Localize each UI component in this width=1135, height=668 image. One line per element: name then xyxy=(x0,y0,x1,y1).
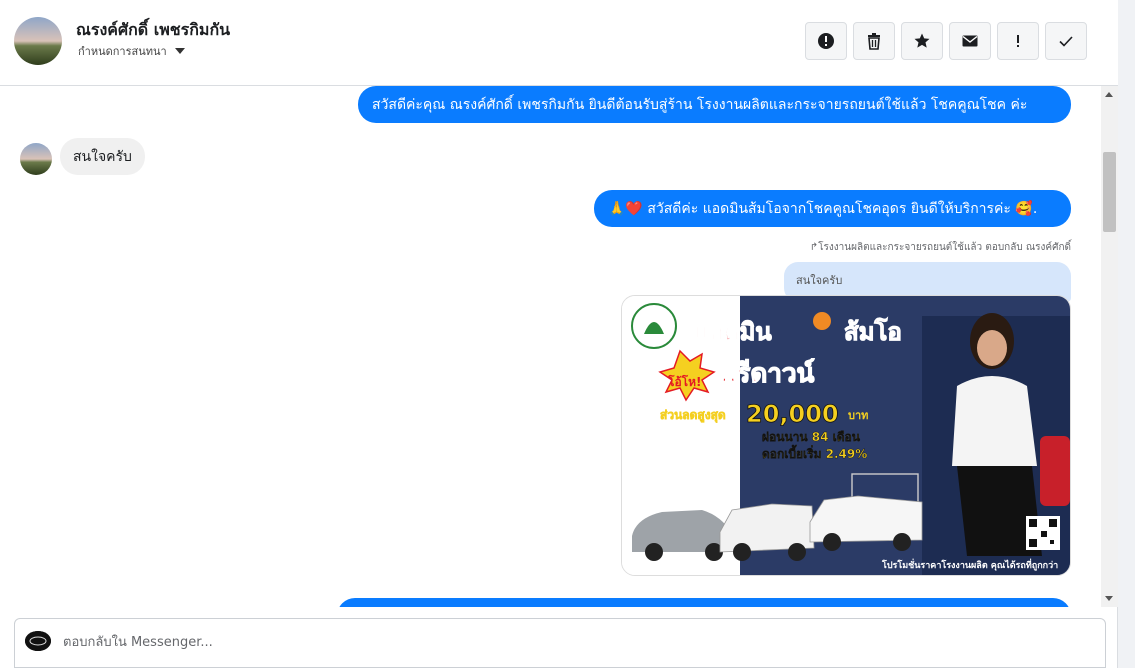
follow-up-button[interactable] xyxy=(997,22,1039,60)
message-bubble-outgoing[interactable]: สวัสดีค่ะคุณ ณรงค์ศักดิ์ เพชรกิมกัน ยินด… xyxy=(358,86,1071,123)
check-icon xyxy=(1059,36,1073,47)
promo-interest: ดอกเบี้ยเริ่ม 2.49% xyxy=(762,444,867,461)
star-icon xyxy=(914,33,930,48)
promo-image[interactable]: แอดมิน ส้มโอ โอ้โห! ฟรีดาวน์ ส่วนลดสูงสุ… xyxy=(621,295,1071,576)
exclamation-icon xyxy=(1017,35,1019,47)
header-actions xyxy=(805,22,1087,60)
promo-installment: ผ่อนนาน 84 เดือน xyxy=(762,430,861,444)
reply-meta: ↱โรงงานผลิตและกระจายรถยนต์ใช้แล้ว ตอบกลั… xyxy=(809,242,1071,253)
conversation-header: ณรงค์ศักดิ์ เพชรกิมกัน กำหนดการสนทนา xyxy=(0,0,1118,86)
promo-graphic: แอดมิน ส้มโอ โอ้โห! ฟรีดาวน์ ส่วนลดสูงสุ… xyxy=(622,296,1070,575)
message-thread[interactable]: สวัสดีค่ะคุณ ณรงค์ศักดิ์ เพชรกิมกัน ยินด… xyxy=(0,86,1101,607)
message-bubble-outgoing-partial[interactable] xyxy=(337,598,1071,607)
message-bubble-outgoing[interactable]: 🙏❤️ สวัสดีค่ะ แอดมินส้มโอจากโชคคูณโชคอุด… xyxy=(594,190,1071,227)
scroll-up-arrow-icon[interactable] xyxy=(1105,92,1113,97)
promo-discount-label: ส่วนลดสูงสุด xyxy=(660,408,726,423)
promo-free-down: ฟรีดาวน์ xyxy=(718,358,815,389)
promo-headline-2: ส้มโอ xyxy=(844,317,902,346)
promo-discount-value: 20,000 xyxy=(746,400,839,428)
promo-discount-unit: บาท xyxy=(848,409,868,422)
mark-spam-button[interactable] xyxy=(805,22,847,60)
message-composer xyxy=(14,618,1106,668)
conversation-panel: ณรงค์ศักดิ์ เพชรกิมกัน กำหนดการสนทนา สวั… xyxy=(0,0,1118,668)
star-button[interactable] xyxy=(901,22,943,60)
thread-scrollbar[interactable] xyxy=(1101,86,1118,607)
contact-name: ณรงค์ศักดิ์ เพชรกิมกัน xyxy=(76,20,231,39)
delete-button[interactable] xyxy=(853,22,895,60)
mark-done-button[interactable] xyxy=(1045,22,1087,60)
message-bubble-incoming[interactable]: สนใจครับ xyxy=(60,138,145,175)
contact-avatar[interactable] xyxy=(14,17,62,65)
promo-headline: แอดมิน xyxy=(694,318,772,346)
envelope-icon xyxy=(962,35,978,47)
page-avatar xyxy=(25,631,51,651)
scrollbar-thumb[interactable] xyxy=(1103,152,1116,232)
promo-badge: โอ้โห! xyxy=(667,374,701,389)
scroll-down-arrow-icon[interactable] xyxy=(1105,596,1113,601)
trash-icon xyxy=(868,33,880,50)
reply-input[interactable] xyxy=(63,629,1083,655)
window-gutter xyxy=(1118,0,1135,668)
mark-unread-button[interactable] xyxy=(949,22,991,60)
assign-conversation-dropdown[interactable]: กำหนดการสนทนา xyxy=(78,42,185,60)
assign-label: กำหนดการสนทนา xyxy=(78,45,167,58)
alert-circle-icon xyxy=(818,33,834,49)
caret-down-icon xyxy=(174,48,185,54)
reply-arrow-icon: ↱ xyxy=(809,242,819,253)
contact-avatar-small xyxy=(20,143,52,175)
